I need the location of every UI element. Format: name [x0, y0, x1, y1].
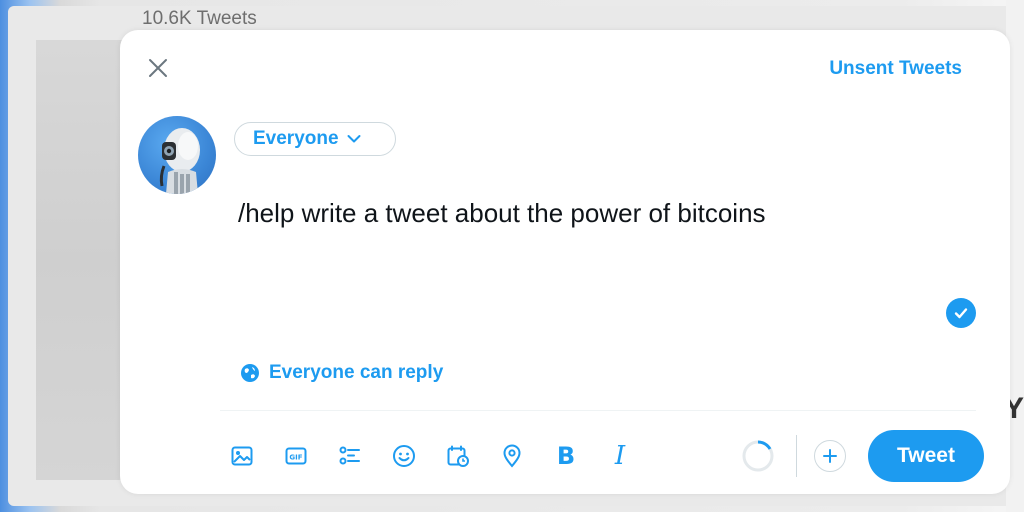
toolbar-divider — [220, 410, 976, 411]
image-button[interactable] — [228, 442, 256, 470]
grammar-check-badge[interactable] — [946, 298, 976, 328]
tweet-text-input[interactable]: /help write a tweet about the power of b… — [238, 198, 978, 229]
compose-toolbar: GIF B I — [228, 438, 634, 474]
plus-icon — [823, 449, 837, 463]
tweet-compose-modal: Unsent Tweets Everyone /help write a twe… — [120, 30, 1010, 494]
reply-setting-label: Everyone can reply — [269, 362, 444, 383]
avatar[interactable] — [138, 116, 216, 194]
close-button[interactable] — [144, 54, 172, 82]
add-tweet-button[interactable] — [814, 440, 846, 472]
schedule-icon — [447, 445, 469, 467]
robot-avatar-image — [159, 128, 200, 194]
audience-label: Everyone — [253, 128, 339, 149]
italic-icon: I — [614, 441, 626, 471]
svg-text:GIF: GIF — [289, 454, 302, 462]
unsent-tweets-link[interactable]: Unsent Tweets — [829, 58, 962, 80]
background-banner — [36, 40, 126, 480]
emoji-button[interactable] — [390, 442, 418, 470]
location-button[interactable] — [498, 442, 526, 470]
character-count-ring — [742, 440, 774, 472]
bold-button[interactable]: B — [552, 442, 580, 470]
gif-button[interactable]: GIF — [282, 442, 310, 470]
location-icon — [503, 444, 521, 468]
gif-icon: GIF — [285, 447, 307, 465]
tweet-button[interactable]: Tweet — [868, 430, 984, 482]
globe-icon — [241, 364, 259, 382]
poll-icon — [339, 446, 360, 465]
image-icon — [231, 446, 253, 466]
toolbar-separator — [796, 435, 797, 477]
bold-icon: B — [556, 442, 576, 470]
checkmark-icon — [954, 308, 968, 319]
reply-setting-button[interactable]: Everyone can reply — [240, 362, 443, 384]
close-icon — [149, 59, 167, 77]
emoji-icon — [393, 445, 415, 467]
audience-selector[interactable]: Everyone — [234, 122, 396, 156]
profile-tweets-count: 10.6K Tweets — [142, 8, 257, 29]
chevron-down-icon — [347, 135, 361, 143]
poll-button[interactable] — [336, 442, 364, 470]
italic-button[interactable]: I — [606, 441, 634, 471]
schedule-button[interactable] — [444, 442, 472, 470]
